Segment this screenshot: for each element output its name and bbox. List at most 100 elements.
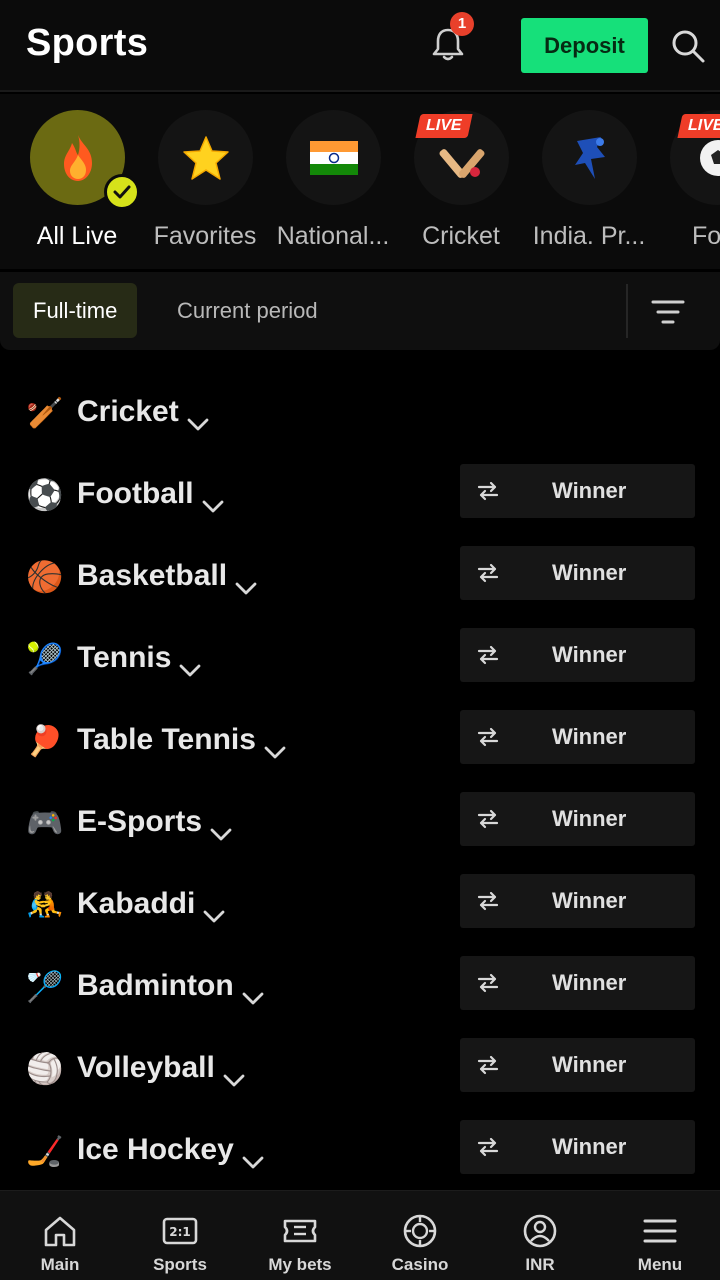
sport-row-kabaddi[interactable]: 🤼 Kabaddi Winner — [0, 864, 720, 946]
top-header: Sports 1 Deposit — [0, 0, 720, 92]
market-label: Winner — [552, 1052, 627, 1077]
shuttlecock-icon: 🏸 — [26, 970, 64, 1005]
market-label: Winner — [552, 888, 627, 913]
chevron-down-icon — [235, 570, 257, 595]
sport-name[interactable]: Football — [77, 477, 224, 513]
live-badge: LIVE — [415, 114, 473, 138]
market-selector-button[interactable]: Winner — [460, 874, 695, 928]
nav-main[interactable]: Main — [0, 1191, 120, 1280]
table-tennis-icon: 🏓 — [26, 724, 64, 759]
sport-name[interactable]: Tennis — [77, 641, 201, 677]
market-label: Winner — [552, 642, 627, 667]
sport-label: Kabaddi — [77, 887, 196, 920]
nav-label: Main — [40, 1255, 80, 1274]
sport-name[interactable]: Table Tennis — [77, 723, 286, 759]
chevron-down-icon — [187, 406, 209, 431]
swap-arrows-icon — [476, 561, 500, 585]
swap-arrows-icon — [476, 479, 500, 503]
market-label: Winner — [552, 560, 627, 585]
sport-row-ice-hockey[interactable]: 🏒 Ice Hockey Winner — [0, 1110, 720, 1192]
chevron-down-icon — [210, 816, 232, 841]
casino-chip-icon — [403, 1214, 437, 1248]
sport-row-badminton[interactable]: 🏸 Badminton Winner — [0, 946, 720, 1028]
market-label: Winner — [552, 1134, 627, 1159]
sport-row-football[interactable]: ⚽ Football Winner — [0, 454, 720, 536]
sport-name[interactable]: Basketball — [77, 559, 257, 595]
puck-icon: 🏒 — [26, 1134, 64, 1169]
swap-arrows-icon — [476, 725, 500, 749]
swap-arrows-icon — [476, 1135, 500, 1159]
swap-arrows-icon — [476, 1053, 500, 1077]
market-selector-button[interactable]: Winner — [460, 1038, 695, 1092]
nav-label: My bets — [268, 1255, 332, 1274]
live-category-strip: All Live Favorites National... LIVE Cric… — [0, 94, 720, 269]
nav-menu[interactable]: Menu — [600, 1191, 720, 1280]
category-all-live[interactable]: All Live — [12, 110, 142, 260]
page-title: Sports — [26, 22, 149, 64]
sport-row-e-sports[interactable]: 🎮 E-Sports Winner — [0, 782, 720, 864]
swap-arrows-icon — [476, 643, 500, 667]
ticket-icon — [283, 1219, 317, 1243]
market-selector-button[interactable]: Winner — [460, 628, 695, 682]
filter-icon[interactable] — [650, 294, 686, 330]
sport-name[interactable]: Volleyball — [77, 1051, 245, 1087]
nav-label: INR — [525, 1255, 555, 1274]
category-cricket[interactable]: LIVE Cricket — [396, 110, 526, 260]
sport-name[interactable]: Ice Hockey — [77, 1133, 264, 1169]
market-selector-button[interactable]: Winner — [460, 792, 695, 846]
nav-sports[interactable]: 2:1 Sports — [120, 1191, 240, 1280]
category-label: Foot — [691, 222, 720, 250]
tab-full-time[interactable]: Full-time — [13, 283, 138, 338]
category-ipl[interactable]: India. Pr... — [524, 110, 654, 260]
nav-my-bets[interactable]: My bets — [240, 1191, 360, 1280]
basketball-icon: 🏀 — [26, 560, 64, 595]
notification-badge: 1 — [450, 12, 474, 36]
category-national[interactable]: National... — [268, 110, 398, 260]
sport-label: E-Sports — [77, 805, 203, 838]
period-selector: Full-time Current period — [0, 272, 720, 350]
sport-name[interactable]: Badminton — [77, 969, 264, 1005]
selected-check-icon — [104, 174, 140, 210]
svg-text:2:1: 2:1 — [169, 1225, 191, 1239]
nav-label: Casino — [391, 1255, 449, 1274]
sport-label: Volleyball — [77, 1051, 215, 1084]
market-selector-button[interactable]: Winner — [460, 956, 695, 1010]
cricket-icon: 🏏 — [26, 396, 64, 431]
sport-row-basketball[interactable]: 🏀 Basketball Winner — [0, 536, 720, 618]
football-icon: ⚽ — [26, 478, 64, 513]
chevron-down-icon — [242, 1144, 264, 1169]
search-icon[interactable] — [670, 28, 706, 64]
market-selector-button[interactable]: Winner — [460, 546, 695, 600]
sport-label: Badminton — [77, 969, 234, 1002]
chevron-down-icon — [202, 488, 224, 513]
sport-row-cricket[interactable]: 🏏 Cricket — [0, 372, 720, 454]
sport-label: Ice Hockey — [77, 1133, 234, 1166]
market-selector-button[interactable]: Winner — [460, 710, 695, 764]
nav-label: Menu — [637, 1255, 683, 1274]
category-label: National... — [276, 222, 390, 250]
sport-row-table-tennis[interactable]: 🏓 Table Tennis Winner — [0, 700, 720, 782]
sport-name[interactable]: Kabaddi — [77, 887, 225, 923]
chevron-down-icon — [242, 980, 264, 1005]
sport-label: Basketball — [77, 559, 228, 592]
india-flag-icon — [286, 110, 381, 205]
tennis-ball-icon: 🎾 — [26, 642, 64, 677]
market-selector-button[interactable]: Winner — [460, 1120, 695, 1174]
nav-account[interactable]: INR — [480, 1191, 600, 1280]
sport-label: Football — [77, 477, 194, 510]
tab-current-period[interactable]: Current period — [157, 283, 338, 338]
category-football[interactable]: LIVE Foot — [652, 110, 720, 260]
category-favorites[interactable]: Favorites — [140, 110, 270, 260]
market-selector-button[interactable]: Winner — [460, 464, 695, 518]
sport-name[interactable]: E-Sports — [77, 805, 232, 841]
sport-row-tennis[interactable]: 🎾 Tennis Winner — [0, 618, 720, 700]
deposit-button[interactable]: Deposit — [521, 18, 648, 73]
nav-casino[interactable]: Casino — [360, 1191, 480, 1280]
volleyball-icon: 🏐 — [26, 1052, 64, 1087]
chevron-down-icon — [223, 1062, 245, 1087]
sport-name[interactable]: Cricket — [77, 395, 209, 431]
sport-row-volleyball[interactable]: 🏐 Volleyball Winner — [0, 1028, 720, 1110]
swap-arrows-icon — [476, 807, 500, 831]
scoreboard-icon: 2:1 — [162, 1217, 198, 1245]
sport-label: Table Tennis — [77, 723, 256, 756]
